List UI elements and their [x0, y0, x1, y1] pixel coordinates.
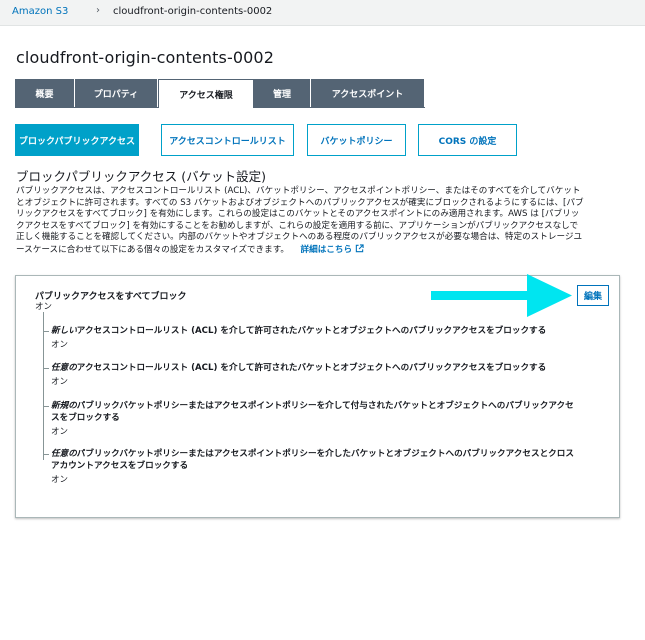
- description-line: リックアクセスをすべてブロック] を有効にします。これらの設定はこのバケットとそ…: [16, 209, 580, 220]
- subtab-acl[interactable]: アクセスコントロールリスト: [161, 124, 294, 156]
- tree-branch: [43, 331, 49, 332]
- description-line: 正しく機能することを確認してください。内部のバケットやオブジェクトへのある程度の…: [16, 232, 583, 243]
- option-any-policy-value: オン: [51, 475, 69, 485]
- description-line: とオブジェクトに許可されます。すべての S3 バケットおよびオブジェクトへのパブ…: [16, 197, 584, 208]
- description-last-line: ースケースに合わせて以下にある個々の設定をカスタマイズできます。: [16, 244, 290, 255]
- tab-properties[interactable]: プロパティ: [75, 79, 158, 107]
- breadcrumb-current: cloudfront-origin-contents-0002: [113, 6, 273, 17]
- option-text: パブリックバケットポリシーまたはアクセスポイントポリシーを介して付与されたバケッ…: [76, 401, 574, 411]
- section-description: パブリックアクセスは、アクセスコントロールリスト (ACL)、バケットポリシー、…: [16, 186, 620, 257]
- option-text: パブリックバケットポリシーまたはアクセスポイントポリシーを介したバケットとオブジ…: [76, 449, 574, 459]
- description-line: クアクセスをすべてブロック] を有効にすることをお勧めしますが、これらの設定を適…: [16, 220, 579, 231]
- section-heading: ブロックパブリックアクセス (バケット設定): [16, 169, 266, 184]
- option-text: アカウントアクセスをブロックする: [51, 460, 189, 471]
- tree-branch: [43, 368, 49, 369]
- tab-permissions[interactable]: アクセス権限: [158, 79, 254, 108]
- block-all-value: オン: [35, 302, 53, 312]
- arrow-icon: [431, 274, 572, 317]
- tab-bar-divider: [254, 107, 425, 108]
- option-new-policy-label: 新規のパブリックバケットポリシーまたはアクセスポイントポリシーを介して付与された…: [51, 401, 611, 424]
- option-text: スをブロックする: [51, 412, 120, 423]
- subtab-bucket-policy[interactable]: バケットポリシー: [307, 124, 406, 156]
- tree-branch: [43, 406, 49, 407]
- option-new-acl-value: オン: [51, 340, 69, 350]
- learn-more-link[interactable]: 詳細はこちら: [301, 245, 353, 255]
- option-any-acl-value: オン: [51, 377, 69, 387]
- description-line: パブリックアクセスは、アクセスコントロールリスト (ACL)、バケットポリシー、…: [16, 186, 581, 196]
- subtab-cors[interactable]: CORS の設定: [418, 124, 517, 156]
- breadcrumb: Amazon S3 › cloudfront-origin-contents-0…: [0, 0, 645, 26]
- option-emphasis: 任意の: [51, 449, 77, 459]
- option-emphasis: 新しい: [51, 326, 77, 336]
- breadcrumb-separator-icon: ›: [96, 5, 100, 16]
- tree-branch: [43, 454, 49, 455]
- breadcrumb-root-link[interactable]: Amazon S3: [12, 6, 68, 17]
- tab-access-points[interactable]: アクセスポイント: [311, 79, 425, 107]
- option-emphasis: 新規の: [51, 401, 77, 411]
- tab-management[interactable]: 管理: [254, 79, 311, 107]
- option-new-acl-label: 新しいアクセスコントロールリスト (ACL) を介して許可されたバケットとオブジ…: [51, 326, 611, 338]
- option-any-policy-label: 任意のパブリックバケットポリシーまたはアクセスポイントポリシーを介したバケットと…: [51, 449, 611, 472]
- tab-bar-divider: [15, 107, 158, 108]
- tab-overview[interactable]: 概要: [15, 79, 75, 107]
- option-text: アクセスコントロールリスト (ACL) を介して許可されたバケットとオブジェクト…: [76, 326, 547, 336]
- description-line: ースケースに合わせて以下にある個々の設定をカスタマイズできます。 詳細はこちら: [16, 244, 620, 257]
- page-title: cloudfront-origin-contents-0002: [16, 48, 274, 67]
- external-link-icon[interactable]: [355, 244, 364, 253]
- edit-button[interactable]: 編集: [577, 285, 609, 306]
- option-new-policy-value: オン: [51, 427, 69, 437]
- tree-connector: [43, 312, 44, 460]
- block-all-label: パブリックアクセスをすべてブロック: [35, 292, 187, 302]
- subtab-block-public-access[interactable]: ブロックパブリックアクセス: [15, 124, 139, 156]
- option-emphasis: 任意の: [51, 363, 77, 373]
- option-text: アクセスコントロールリスト (ACL) を介して許可されたバケットとオブジェクト…: [76, 363, 547, 373]
- option-any-acl-label: 任意のアクセスコントロールリスト (ACL) を介して許可されたバケットとオブジ…: [51, 363, 611, 375]
